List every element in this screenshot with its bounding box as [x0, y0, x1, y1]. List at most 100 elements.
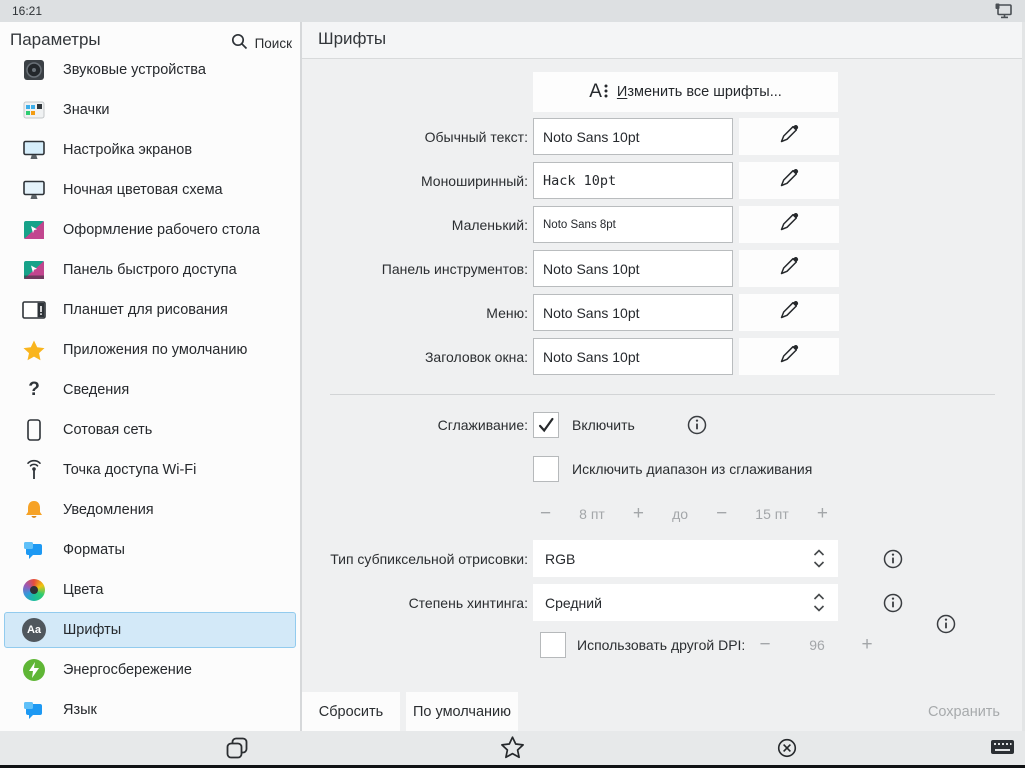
sidebar-item-colors[interactable]: Цвета — [4, 572, 296, 608]
settings-sidebar: Звуковые устройства Значки Настройка экр… — [0, 22, 300, 731]
sidebar-item-icons[interactable]: Значки — [4, 92, 296, 128]
sidebar-title: Параметры — [10, 30, 101, 50]
sidebar-item-label: Настройка экранов — [63, 142, 192, 158]
exclude-range-checkbox[interactable] — [533, 456, 559, 482]
search-label: Поиск — [255, 36, 292, 51]
dpi-value: 96 — [797, 632, 837, 658]
hotspot-icon — [21, 457, 47, 483]
subpixel-info-icon[interactable] — [883, 549, 903, 569]
font-row-label: Заголовок окна: — [302, 338, 528, 375]
sidebar-item-quick-access[interactable]: Панель быстрого доступа — [4, 252, 296, 288]
range-from-value: 8 пт — [579, 506, 605, 522]
range-from-increment[interactable]: + — [633, 505, 644, 523]
reset-button[interactable]: Сбросить — [302, 692, 400, 731]
speaker-icon — [21, 57, 47, 83]
sidebar-item-label: Планшет для рисования — [63, 302, 228, 318]
dpi-info-icon[interactable] — [936, 614, 956, 634]
general-font-field[interactable]: Noto Sans 10pt — [533, 118, 733, 155]
antialiasing-info-icon[interactable] — [687, 415, 707, 435]
adjust-all-fonts-label: Изменить все шрифты... — [617, 84, 782, 100]
font-row-label: Меню: — [302, 294, 528, 331]
defaults-button[interactable]: По умолчанию — [406, 692, 518, 731]
edit-window-title-font-button[interactable] — [739, 338, 839, 375]
search-button[interactable]: Поиск — [231, 33, 292, 53]
edit-toolbar-font-button[interactable] — [739, 250, 839, 287]
sidebar-item-fonts[interactable]: Aa Шрифты — [4, 612, 296, 648]
save-button-disabled[interactable]: Сохранить — [900, 692, 1000, 731]
page-title: Шрифты — [318, 29, 386, 49]
sidebar-item-label: Цвета — [63, 582, 103, 598]
edit-menu-font-button[interactable] — [739, 294, 839, 331]
energy-icon — [21, 657, 47, 683]
sidebar-header: Параметры Поиск — [0, 22, 300, 60]
desktop-theme-icon — [21, 217, 47, 243]
color-wheel-icon — [21, 577, 47, 603]
bell-icon — [21, 497, 47, 523]
edit-small-font-button[interactable] — [739, 206, 839, 243]
range-to-value: 15 пт — [755, 506, 788, 522]
subpixel-label: Тип субпиксельной отрисовки: — [302, 540, 528, 577]
sidebar-item-wifi-hotspot[interactable]: Точка доступа Wi-Fi — [4, 452, 296, 488]
night-monitor-icon — [21, 177, 47, 203]
antialiasing-checkbox[interactable] — [533, 412, 559, 438]
exclude-range-label: Исключить диапазон из сглаживания — [572, 456, 812, 482]
tablet-icon — [21, 297, 47, 323]
close-circle-icon[interactable] — [776, 737, 798, 764]
keyboard-icon[interactable] — [990, 739, 1015, 762]
menu-font-field[interactable]: Noto Sans 10pt — [533, 294, 733, 331]
dpi-increment[interactable]: + — [856, 632, 878, 658]
question-mark-icon: ? — [21, 377, 47, 403]
small-font-field[interactable]: Noto Sans 8pt — [533, 206, 733, 243]
edit-fixed-width-font-button[interactable] — [739, 162, 839, 199]
choose-font-icon: A — [589, 83, 608, 101]
sidebar-item-language[interactable]: Язык — [4, 692, 296, 728]
sidebar-item-label: Язык — [63, 702, 97, 718]
sidebar-item-desktop-theme[interactable]: Оформление рабочего стола — [4, 212, 296, 248]
star-icon — [21, 337, 47, 363]
sidebar-item-about[interactable]: ? Сведения — [4, 372, 296, 408]
display-status-icon[interactable] — [994, 3, 1013, 24]
hinting-combobox[interactable]: Средний — [533, 584, 838, 621]
pencil-icon — [778, 123, 800, 150]
sidebar-item-label: Значки — [63, 102, 110, 118]
sidebar-item-power-saving[interactable]: Энергосбережение — [4, 652, 296, 688]
range-to-decrement[interactable]: − — [716, 505, 727, 523]
subpixel-combobox[interactable]: RGB — [533, 540, 838, 577]
sidebar-item-drawing-tablet[interactable]: Планшет для рисования — [4, 292, 296, 328]
hinting-info-icon[interactable] — [883, 593, 903, 613]
language-bubble-icon — [21, 697, 47, 723]
sidebar-item-cellular[interactable]: Сотовая сеть — [4, 412, 296, 448]
fonts-panel: Шрифты A Изменить все шрифты... Обычный … — [302, 22, 1025, 731]
window-switcher-icon[interactable] — [226, 737, 249, 765]
sidebar-item-label: Сведения — [63, 382, 129, 398]
sidebar-item-label: Шрифты — [63, 622, 121, 638]
fixed-width-font-field[interactable]: Hack 10pt — [533, 162, 733, 199]
sidebar-item-notifications[interactable]: Уведомления — [4, 492, 296, 528]
custom-dpi-label: Использовать другой DPI: — [577, 632, 745, 658]
sidebar-item-default-apps[interactable]: Приложения по умолчанию — [4, 332, 296, 368]
custom-dpi-checkbox[interactable] — [540, 632, 566, 658]
sidebar-item-formats[interactable]: Форматы — [4, 532, 296, 568]
phone-icon — [21, 417, 47, 443]
pencil-icon — [778, 211, 800, 238]
pencil-icon — [778, 255, 800, 282]
sidebar-item-label: Сотовая сеть — [63, 422, 152, 438]
sidebar-item-label: Энергосбережение — [63, 662, 192, 678]
toolbar-font-field[interactable]: Noto Sans 10pt — [533, 250, 733, 287]
sidebar-item-label: Панель быстрого доступа — [63, 262, 237, 278]
dpi-decrement[interactable]: − — [754, 632, 776, 658]
section-separator — [330, 394, 995, 395]
range-to-increment[interactable]: + — [817, 505, 828, 523]
sidebar-item-night-color[interactable]: Ночная цветовая схема — [4, 172, 296, 208]
hinting-label: Степень хинтинга: — [302, 584, 528, 621]
sidebar-item-label: Точка доступа Wi-Fi — [63, 462, 196, 478]
sidebar-item-display-setup[interactable]: Настройка экранов — [4, 132, 296, 168]
icons-grid-icon — [21, 97, 47, 123]
edit-general-font-button[interactable] — [739, 118, 839, 155]
chevron-up-down-icon — [811, 590, 827, 618]
sidebar-item-label: Уведомления — [63, 502, 154, 518]
range-from-decrement[interactable]: − — [540, 505, 551, 523]
window-title-font-field[interactable]: Noto Sans 10pt — [533, 338, 733, 375]
adjust-all-fonts-button[interactable]: A Изменить все шрифты... — [533, 72, 838, 112]
favorites-star-icon[interactable] — [499, 735, 526, 766]
